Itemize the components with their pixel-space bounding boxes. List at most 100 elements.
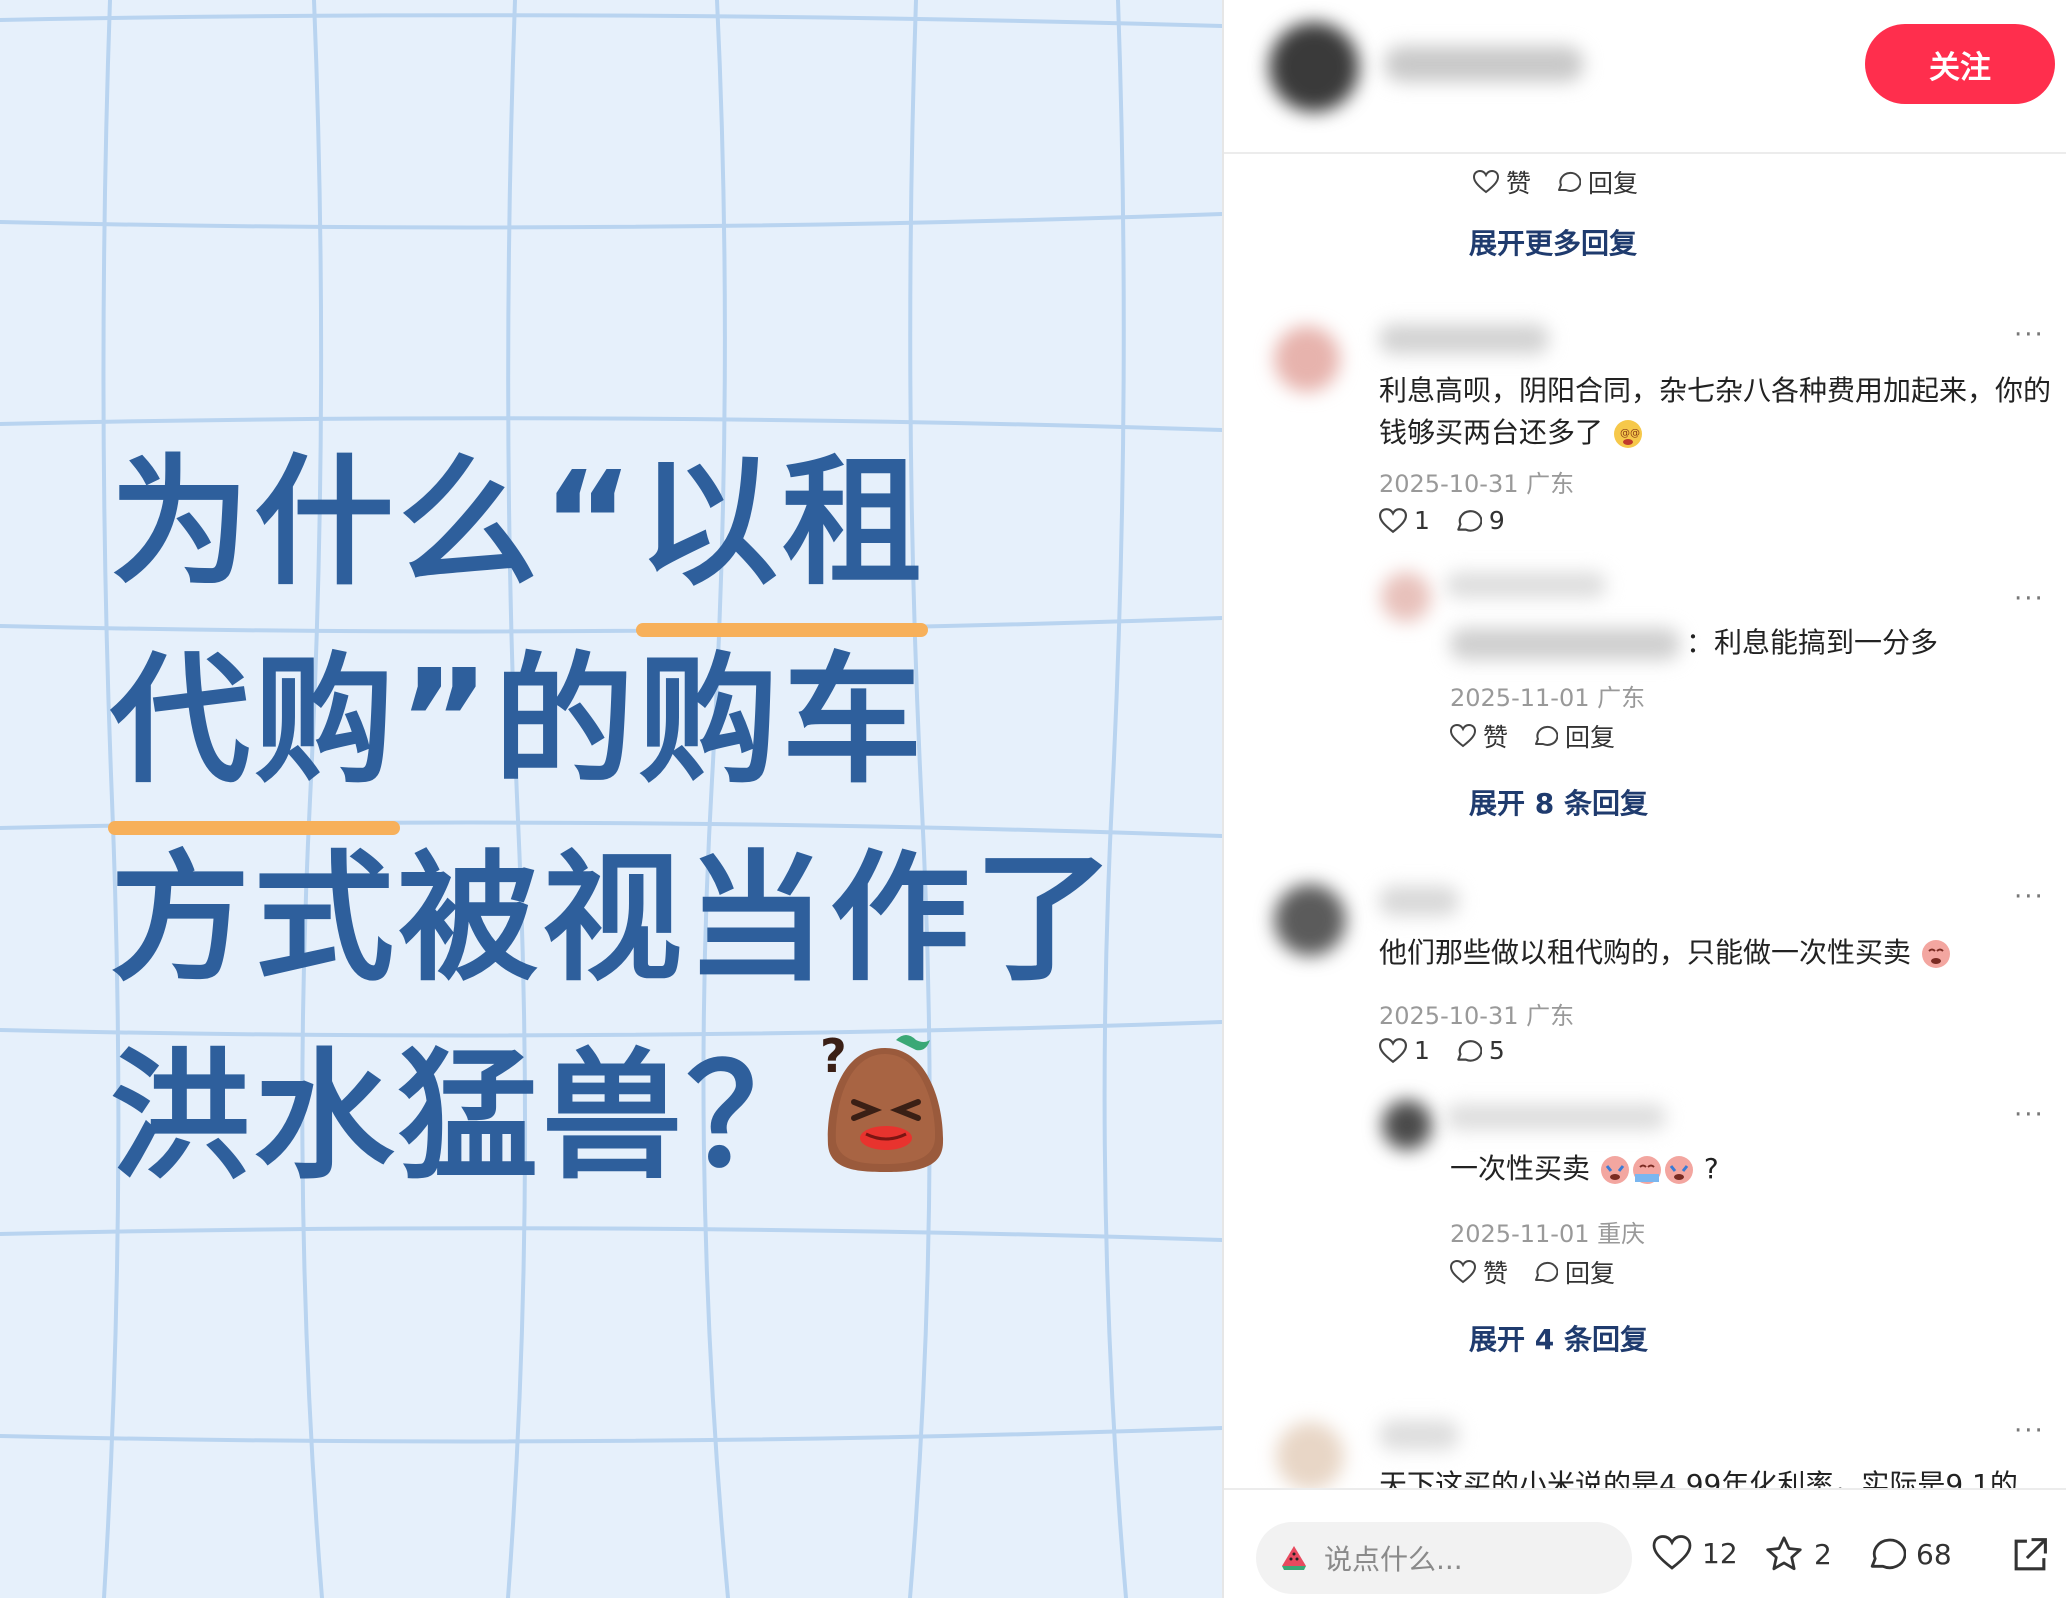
comment-bubble-icon [1870,1538,1906,1570]
post-like-count: 12 [1702,1536,1738,1570]
cover-title-line-4: 洪水猛兽？ [110,1019,1118,1217]
reply-mention-redacted[interactable] [1450,628,1680,660]
more-options-icon[interactable]: ··· [2014,320,2045,350]
more-options-icon[interactable]: ··· [2014,1100,2045,1130]
comment-feed[interactable]: 赞 回复 展开更多回复 ··· 利息高呗，阴阳合同，杂七杂八各种费用加起来，你的… [1224,152,2066,1488]
cover-text-highlight: 以租 [636,425,929,637]
follow-button[interactable]: 关注 [1865,24,2055,104]
heart-icon [1379,507,1407,533]
reply-actions: 赞 回复 [1450,1254,1615,1290]
share-button[interactable] [2010,1535,2050,1575]
comment-bubble-icon [1535,1261,1559,1282]
comment-text-content: 他们那些做以租代购的，只能做一次性买卖 [1379,936,1912,969]
author-name-redacted[interactable] [1384,46,1584,82]
author-avatar[interactable] [1269,22,1359,112]
comment-date: 2025-10-31 广东 [1379,470,1575,498]
username-redacted[interactable] [1446,1104,1666,1130]
comment-text-content: 利息高呗，阴阳合同，杂七杂八各种费用加起来，你的钱够买两台还多了 [1379,374,2052,449]
like-button[interactable]: 赞 [1473,164,1531,200]
cover-text: 为什么“ [110,442,639,605]
heart-icon [1450,724,1476,748]
cover-title-line-1: 为什么“以租 [110,425,1118,637]
comment-actions: 1 9 [1379,506,1505,535]
expand-more-replies-link[interactable]: 展开更多回复 [1469,222,1637,262]
heart-icon [1652,1535,1692,1570]
comment-text: 他们那些做以租代购的，只能做一次性买卖 [1379,932,2059,974]
reply-text: 一次性买卖 ? [1450,1148,1719,1190]
cover-text: ”的购车 [398,640,927,803]
reply-label: 回复 [1588,169,1639,198]
post-cover-image[interactable]: 为什么“以租 代购”的购车 方式被视当作了 洪水猛兽？ ? [0,0,1222,1598]
avatar[interactable] [1276,1422,1344,1488]
reply-label: 回复 [1565,1259,1616,1288]
avatar[interactable] [1382,1100,1432,1150]
reply-count: 5 [1488,1036,1505,1065]
reply-label: 回复 [1565,723,1616,752]
reply-text-content: 一次性买卖 [1450,1152,1591,1185]
reply-date: 2025-11-01 重庆 [1450,1220,1646,1248]
confused-potato-icon: ? [820,1030,944,1172]
comment-text: 天下这买的小米说的是4.99年化利率，实际是9.1的 [1379,1468,2018,1488]
username-redacted[interactable] [1379,1420,1459,1450]
reply-button[interactable]: 回复 [1555,164,1638,200]
expand-replies-link[interactable]: 展开 8 条回复 [1469,782,1648,822]
like-label: 赞 [1483,723,1509,752]
heart-icon [1473,170,1499,194]
like-count: 1 [1414,1036,1430,1065]
reply-button[interactable]: 9 [1454,506,1505,535]
reply-actions: 赞 回复 [1450,718,1615,754]
watermelon-icon [1282,1546,1306,1570]
like-button[interactable]: 赞 [1450,718,1508,754]
comment-actions: 1 5 [1379,1036,1505,1065]
heart-icon [1450,1260,1476,1284]
like-button[interactable]: 1 [1379,1036,1430,1065]
reply-button[interactable]: 回复 [1532,718,1615,754]
cover-title-line-3: 方式被视当作了 [110,821,1118,1019]
comment-post-button[interactable]: 68 [1866,1535,1952,1573]
like-button[interactable]: 1 [1379,506,1430,535]
more-options-icon[interactable]: ··· [2014,1416,2045,1446]
like-button[interactable]: 赞 [1450,1254,1508,1290]
comment-date: 2025-10-31 广东 [1379,1002,1575,1030]
cover-title-line-2: 代购”的购车 [107,623,1118,835]
reply-button[interactable]: 5 [1454,1036,1505,1065]
reply-button[interactable]: 回复 [1532,1254,1615,1290]
comment-bubble-icon [1558,171,1582,192]
more-options-icon[interactable]: ··· [2014,584,2045,614]
comment-bubble-icon [1457,1039,1482,1062]
like-label: 赞 [1506,169,1532,198]
post-comment-count: 68 [1916,1537,1952,1571]
username-redacted[interactable] [1379,324,1549,354]
avatar[interactable] [1274,326,1340,392]
crying-face-emoji-icon [1664,1156,1693,1184]
username-redacted[interactable] [1446,572,1606,598]
cover-title: 为什么“以租 代购”的购车 方式被视当作了 洪水猛兽？ [107,425,1118,1217]
dizzy-face-emoji-icon: @@ [1613,420,1642,448]
comment-panel: 关注 赞 回复 展开更多回复 ··· 利息高呗，阴阳合同，杂七杂八各种费用加起来… [1222,0,2066,1600]
avatar[interactable] [1274,884,1346,956]
avatar[interactable] [1381,572,1431,622]
cover-text: 洪水猛兽？ [110,1036,831,1199]
comment-input[interactable]: 说点什么... [1256,1522,1632,1594]
author-header: 关注 [1224,0,2066,154]
cover-text-highlight: 代购 [107,623,401,835]
like-label: 赞 [1483,1259,1509,1288]
svg-text:@@: @@ [1620,428,1640,439]
username-redacted[interactable] [1379,886,1459,916]
like-count: 1 [1414,506,1430,535]
comment-input-placeholder: 说点什么... [1324,1543,1463,1576]
star-icon [1766,1536,1802,1571]
comment-bubble-icon [1535,725,1559,746]
expand-replies-link[interactable]: 展开 4 条回复 [1469,1318,1648,1358]
crying-face-emoji-icon [1632,1156,1661,1184]
reply-date: 2025-11-01 广东 [1450,684,1646,712]
like-post-button[interactable]: 12 [1652,1535,1738,1571]
collect-post-button[interactable]: 2 [1764,1535,1832,1573]
svg-text:?: ? [820,1030,847,1083]
crying-face-emoji-icon [1921,940,1950,968]
post-collect-count: 2 [1814,1537,1832,1571]
more-options-icon[interactable]: ··· [2014,882,2045,912]
bottom-action-bar: 说点什么... 12 2 68 [1224,1488,2066,1600]
comment-text: 利息高呗，阴阳合同，杂七杂八各种费用加起来，你的钱够买两台还多了 @@ [1379,370,2059,454]
heart-icon [1379,1037,1407,1063]
